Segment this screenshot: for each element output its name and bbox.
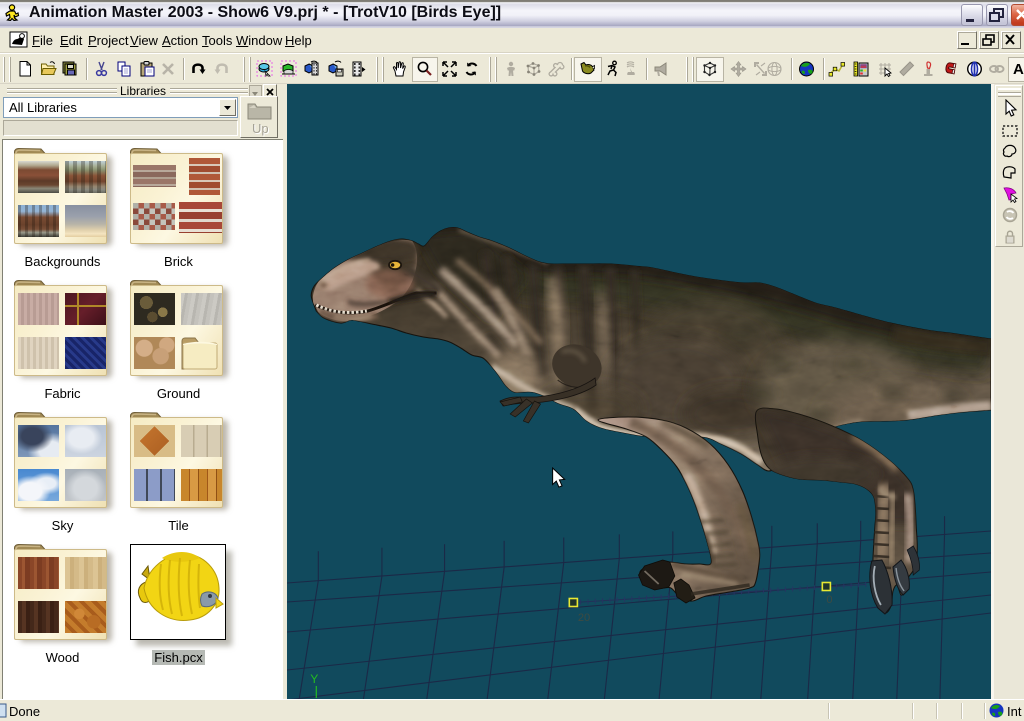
svg-text:Y: Y (310, 672, 318, 686)
svg-text:0: 0 (826, 594, 832, 606)
svg-text:20: 20 (578, 612, 590, 624)
svg-text:A: A (1013, 61, 1024, 78)
